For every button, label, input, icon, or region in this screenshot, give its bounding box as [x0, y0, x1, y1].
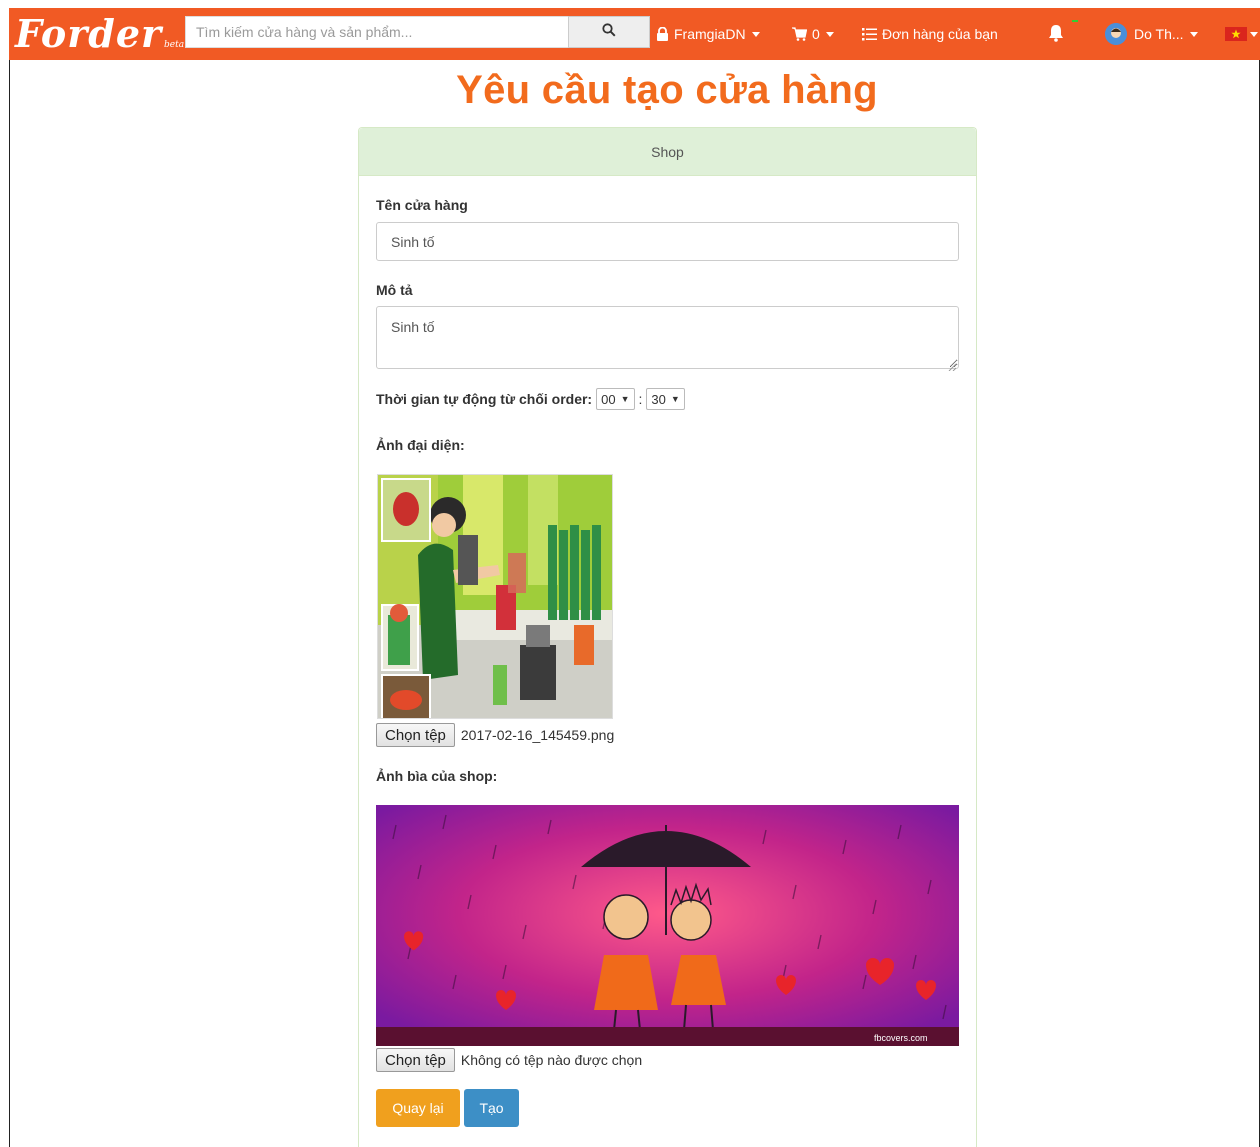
orders-link[interactable]: Đơn hàng của bạn	[862, 8, 998, 60]
hour-select[interactable]: 00 ▼	[596, 388, 635, 410]
lock-icon	[656, 27, 669, 41]
hour-value: 00	[601, 391, 616, 407]
chevron-down-icon	[751, 31, 760, 37]
logo-text: Forder	[15, 11, 163, 56]
dropdown-arrow-icon: ▼	[620, 394, 630, 404]
avatar-label: Ảnh đại diện:	[376, 437, 465, 453]
shop-name-input[interactable]	[376, 222, 959, 261]
vietnam-flag-icon	[1225, 27, 1247, 41]
user-name: Do Th...	[1134, 26, 1184, 42]
description-field-wrap: Sinh tố	[376, 306, 959, 372]
dropdown-arrow-icon: ▼	[670, 394, 680, 404]
auto-reject-label: Thời gian tự động từ chối order:	[376, 391, 593, 407]
search-bar	[185, 16, 650, 48]
chevron-down-icon	[1189, 31, 1198, 37]
workspace-dropdown[interactable]: FramgiaDN	[656, 8, 760, 60]
description-textarea[interactable]: Sinh tố	[376, 306, 959, 369]
bell-icon	[1047, 24, 1065, 45]
cover-watermark: fbcovers.com	[874, 1033, 928, 1043]
create-button[interactable]: Tạo	[464, 1089, 519, 1127]
chevron-down-icon	[825, 31, 834, 37]
search-icon	[602, 22, 616, 42]
cart-icon	[792, 27, 807, 41]
list-icon	[862, 27, 877, 41]
minute-select[interactable]: 30 ▼	[646, 388, 685, 410]
resize-grip-icon[interactable]	[948, 358, 957, 372]
top-navbar: Forder beta FramgiaDN 0 Đơn hàng của bạn	[9, 8, 1260, 60]
cart-count: 0	[812, 26, 820, 42]
forder-logo[interactable]: Forder beta	[15, 12, 184, 56]
shop-name-label: Tên cửa hàng	[376, 197, 468, 213]
workspace-name: FramgiaDN	[674, 26, 746, 42]
cover-label: Ảnh bìa của shop:	[376, 768, 498, 784]
cart-dropdown[interactable]: 0	[792, 8, 834, 60]
cover-choose-file-button[interactable]: Chọn tệp	[376, 1048, 455, 1072]
chevron-down-icon	[1250, 31, 1258, 37]
avatar-choose-file-button[interactable]: Chọn tệp	[376, 723, 455, 747]
page-title: Yêu cầu tạo cửa hàng	[456, 68, 878, 112]
orders-label: Đơn hàng của bạn	[882, 26, 998, 42]
cover-file-name: Không có tệp nào được chọn	[460, 1052, 643, 1068]
logo-tag: beta	[164, 40, 185, 50]
avatar-file-row: Chọn tệp 2017-02-16_145459.png	[376, 723, 614, 747]
avatar-preview-image	[377, 474, 613, 719]
cover-preview-image: fbcovers.com	[376, 805, 959, 1046]
notification-indicator	[1072, 20, 1078, 22]
search-button[interactable]	[568, 16, 650, 48]
minute-value: 30	[651, 391, 666, 407]
time-separator: :	[638, 391, 643, 407]
cover-file-row: Chọn tệp Không có tệp nào được chọn	[376, 1048, 642, 1072]
back-button[interactable]: Quay lại	[376, 1089, 460, 1127]
auto-reject-row: Thời gian tự động từ chối order: 00 ▼ : …	[376, 388, 685, 410]
avatar	[1105, 23, 1127, 45]
notifications-button[interactable]	[1047, 8, 1065, 60]
language-dropdown[interactable]	[1225, 8, 1258, 60]
search-input[interactable]	[185, 16, 568, 48]
user-dropdown[interactable]: Do Th...	[1105, 8, 1198, 60]
panel-heading: Shop	[359, 128, 976, 176]
description-label: Mô tả	[376, 282, 413, 298]
avatar-file-name: 2017-02-16_145459.png	[460, 727, 615, 743]
